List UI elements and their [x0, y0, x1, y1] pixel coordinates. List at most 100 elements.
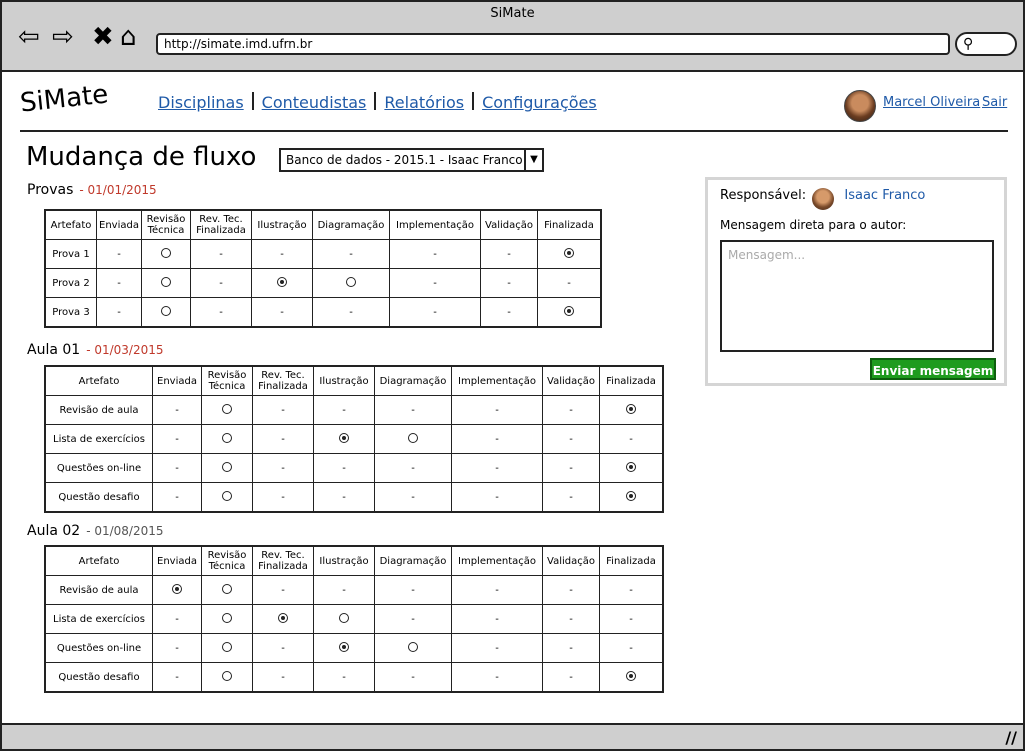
status-cell[interactable]	[537, 297, 602, 328]
artifact-cell: Questões on-line	[44, 453, 153, 483]
radio-empty-icon[interactable]	[222, 583, 232, 594]
menu-disciplinas[interactable]: Disciplinas	[158, 93, 244, 112]
status-cell[interactable]	[141, 239, 191, 269]
status-cell[interactable]	[599, 453, 664, 483]
status-cell[interactable]	[201, 604, 253, 634]
search-box[interactable]: ⚲	[955, 32, 1017, 56]
column-header: Artefato	[44, 545, 153, 576]
status-cell: -	[152, 395, 202, 425]
message-textarea[interactable]	[720, 240, 994, 352]
radio-empty-icon[interactable]	[222, 670, 232, 681]
status-cell[interactable]	[201, 662, 253, 693]
table-row: Questões on-line - - - - -	[44, 633, 664, 663]
column-header: Rev. Tec. Finalizada	[252, 365, 314, 396]
radio-selected-icon[interactable]	[626, 670, 636, 681]
menu-conteudistas[interactable]: Conteudistas	[262, 93, 367, 112]
radio-selected-icon[interactable]	[172, 583, 182, 594]
radio-selected-icon[interactable]	[626, 490, 636, 501]
radio-selected-icon[interactable]	[564, 247, 574, 258]
status-cell[interactable]	[251, 268, 313, 298]
status-cell: -	[451, 424, 543, 454]
logout-link[interactable]: Sair	[982, 95, 1007, 110]
radio-selected-icon[interactable]	[626, 403, 636, 414]
app-logo[interactable]: SiMate	[19, 79, 110, 118]
page-title: Mudança de fluxo	[26, 142, 257, 172]
column-header: Rev. Tec. Finalizada	[252, 545, 314, 576]
home-icon[interactable]: ⌂	[120, 22, 137, 52]
status-cell[interactable]	[141, 297, 191, 328]
radio-selected-icon[interactable]	[277, 276, 287, 287]
status-cell[interactable]	[313, 633, 375, 663]
status-cell: -	[313, 453, 375, 483]
status-cell[interactable]	[599, 662, 664, 693]
status-cell[interactable]	[313, 424, 375, 454]
menu-relatorios[interactable]: Relatórios	[384, 93, 464, 112]
radio-empty-icon[interactable]	[408, 641, 418, 652]
radio-selected-icon[interactable]	[278, 612, 288, 623]
radio-empty-icon[interactable]	[222, 641, 232, 652]
status-cell: -	[252, 424, 314, 454]
status-cell[interactable]	[313, 604, 375, 634]
section-name: Provas	[27, 182, 74, 198]
radio-empty-icon[interactable]	[222, 612, 232, 623]
menu-configuracoes[interactable]: Configurações	[482, 93, 597, 112]
radio-empty-icon[interactable]	[161, 247, 171, 258]
status-cell: -	[312, 297, 390, 328]
status-cell: -	[389, 297, 481, 328]
radio-empty-icon[interactable]	[161, 276, 171, 287]
table-header-row: Artefato Enviada Revisão Técnica Rev. Tec. …	[44, 545, 664, 576]
status-cell[interactable]	[599, 395, 664, 425]
status-cell: -	[542, 633, 600, 663]
section-title: Aula 02 - 01/08/2015	[27, 523, 164, 539]
radio-empty-icon[interactable]	[339, 612, 349, 623]
radio-selected-icon[interactable]	[626, 461, 636, 472]
table-row: Prova 3------	[44, 297, 602, 328]
column-header: Finalizada	[537, 209, 602, 240]
status-cell[interactable]	[201, 453, 253, 483]
status-cell[interactable]	[374, 424, 452, 454]
header-divider	[20, 130, 1008, 132]
status-cell: -	[451, 662, 543, 693]
radio-empty-icon[interactable]	[222, 461, 232, 472]
status-cell[interactable]	[201, 575, 253, 605]
status-cell[interactable]	[201, 424, 253, 454]
table-row: Lista de exercícios - - - - -	[44, 424, 664, 454]
close-icon[interactable]: ✖	[92, 22, 114, 52]
status-cell[interactable]	[599, 482, 664, 513]
radio-empty-icon[interactable]	[408, 432, 418, 443]
status-cell: -	[542, 395, 600, 425]
user-name-link[interactable]: Marcel Oliveira	[883, 95, 980, 110]
status-cell: -	[542, 604, 600, 634]
radio-empty-icon[interactable]	[222, 432, 232, 443]
chevron-down-icon[interactable]: ▼	[524, 148, 544, 172]
radio-empty-icon[interactable]	[222, 490, 232, 501]
status-cell[interactable]	[374, 633, 452, 663]
status-cell[interactable]	[141, 268, 191, 298]
resize-grip-icon[interactable]: //	[1005, 728, 1017, 747]
responsible-name-link[interactable]: Isaac Franco	[844, 188, 925, 203]
url-bar[interactable]: http://simate.imd.ufrn.br	[156, 33, 950, 55]
search-icon: ⚲	[963, 36, 974, 52]
radio-empty-icon[interactable]	[161, 305, 171, 316]
radio-empty-icon[interactable]	[346, 276, 356, 287]
back-icon[interactable]: ⇦	[18, 22, 40, 52]
status-cell[interactable]	[252, 604, 314, 634]
status-cell[interactable]	[152, 575, 202, 605]
section-date: - 01/08/2015	[86, 524, 164, 538]
status-cell[interactable]	[201, 482, 253, 513]
status-cell: -	[374, 604, 452, 634]
radio-selected-icon[interactable]	[339, 432, 349, 443]
status-cell[interactable]	[537, 239, 602, 269]
radio-selected-icon[interactable]	[564, 305, 574, 316]
send-message-button[interactable]: Enviar mensagem	[870, 358, 996, 380]
avatar[interactable]	[844, 90, 876, 122]
radio-selected-icon[interactable]	[339, 641, 349, 652]
course-select[interactable]: Banco de dados - 2015.1 - Isaac Franco ▼	[279, 148, 544, 172]
status-cell[interactable]	[201, 395, 253, 425]
radio-empty-icon[interactable]	[222, 403, 232, 414]
status-cell[interactable]	[201, 633, 253, 663]
menu-divider	[472, 92, 475, 110]
forward-icon[interactable]: ⇨	[52, 22, 74, 52]
status-cell[interactable]	[312, 268, 390, 298]
workflow-table: Artefato Enviada Revisão Técnica Rev. Tec. …	[44, 545, 664, 693]
